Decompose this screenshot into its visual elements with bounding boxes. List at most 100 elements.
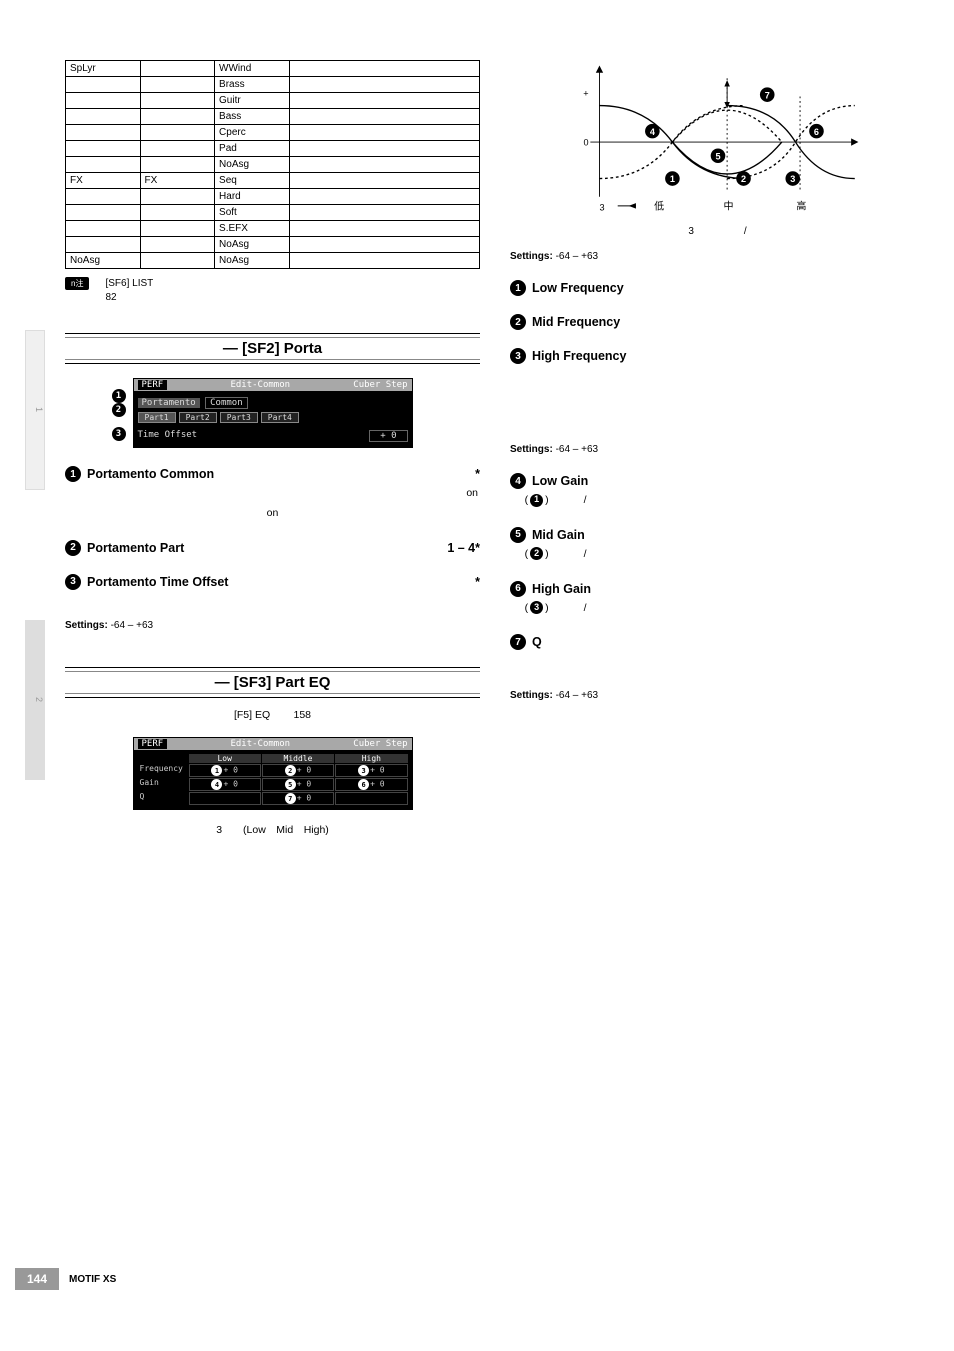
q-head: Q	[532, 635, 542, 649]
table-row: Bass	[66, 109, 480, 125]
table-cell: Seq	[215, 173, 290, 189]
table-cell	[66, 93, 141, 109]
sf2-p1-head: Portamento Common	[87, 467, 214, 481]
gp4-sep: /	[584, 494, 587, 506]
rp-3: 3 High Frequency	[510, 348, 925, 364]
table-cell: Soft	[215, 205, 290, 221]
page-model: MOTIF XS	[69, 1274, 116, 1285]
badge-3: 3	[65, 574, 81, 590]
rp-2: 2 Mid Frequency	[510, 314, 925, 330]
lcd-part-4: Part4	[261, 412, 299, 423]
right-column: 4 1 5 2 7 3 6 + 0 3 低 中	[510, 60, 925, 837]
sf2-p2-after: 1 – 4*	[447, 541, 480, 555]
side-tabs: 1 2	[15, 60, 45, 1290]
rp2-badge: 2	[510, 314, 526, 330]
lcd-time-label: Time Offset	[138, 430, 198, 442]
lcd-part-1: Part1	[138, 412, 176, 423]
v12: + 0	[370, 780, 384, 789]
lcd-title-text: Edit-Common	[230, 380, 290, 390]
table-cell	[140, 61, 215, 77]
sf2-p2-head: Portamento Part	[87, 541, 184, 555]
gp6-sep: /	[584, 602, 587, 614]
right-settings-1: Settings: -64 – +63	[510, 251, 925, 262]
table-row: NoAsgNoAsg	[66, 253, 480, 269]
table-cell: Hard	[215, 189, 290, 205]
sf3-lcd-title: PERF Edit-Common Cuber Step	[134, 738, 412, 750]
table-row: S.EFX	[66, 221, 480, 237]
table-cell: NoAsg	[215, 157, 290, 173]
table-cell	[140, 205, 215, 221]
callout-3: 3	[112, 427, 126, 441]
rs3-value: -64 – +63	[556, 690, 599, 701]
table-cell	[140, 141, 215, 157]
table-row: Guitr	[66, 93, 480, 109]
gp5-sep: /	[584, 548, 587, 560]
sf2-lcd: PERF Edit-Common Cuber Step 1 2 3 Portam…	[133, 378, 413, 448]
svg-text:低: 低	[654, 200, 664, 213]
callout-1: 1	[112, 389, 126, 403]
table-row: SpLyrWWind	[66, 61, 480, 77]
table-cell	[66, 109, 141, 125]
sf2-p1-body: on	[65, 486, 480, 502]
svg-text:6: 6	[813, 127, 818, 137]
lcd-preset: Cuber Step	[353, 380, 407, 390]
sf2-settings: Settings: -64 – +63	[65, 620, 480, 631]
gp4-body: (1) /	[510, 493, 925, 509]
page-footer: 144 MOTIF XS	[15, 1268, 935, 1290]
lcd-part-2: Part2	[179, 412, 217, 423]
callout-2: 2	[112, 403, 126, 417]
table-cell	[140, 221, 215, 237]
eq-cap-a: 3	[688, 226, 694, 237]
gp4-ref: 1	[530, 494, 543, 507]
sf2-lcd-title: PERF Edit-Common Cuber Step	[134, 379, 412, 391]
svg-text:+: +	[583, 88, 588, 98]
table-cell	[289, 253, 479, 269]
columns: SpLyrWWindBrassGuitrBassCpercPadNoAsgFXF…	[65, 60, 925, 837]
table-cell	[140, 189, 215, 205]
note-text-a: [SF6] LIST	[105, 278, 153, 289]
table-cell: FX	[66, 173, 141, 189]
table-cell: NoAsg	[66, 253, 141, 269]
q-param: 7 Q	[510, 634, 925, 650]
v01: + 0	[297, 766, 311, 775]
table-cell	[289, 93, 479, 109]
gp-5: 5 Mid Gain (2) /	[510, 527, 925, 563]
svg-text:2: 2	[740, 174, 745, 184]
sf2-settings-label: Settings:	[65, 620, 108, 631]
table-cell	[289, 77, 479, 93]
sf2-p3-head: Portamento Time Offset	[87, 575, 228, 589]
row-freq: Frequency	[138, 764, 188, 777]
gp-4: 4 Low Gain (1) /	[510, 473, 925, 509]
sf3-lcd: PERF Edit-Common Cuber Step Low Middle H…	[133, 737, 413, 810]
gp6-body: (3) /	[510, 601, 925, 617]
svg-text:3: 3	[599, 202, 604, 212]
table-cell: Cperc	[215, 125, 290, 141]
note-text: [SF6] LIST 82	[105, 277, 153, 305]
table-cell	[289, 189, 479, 205]
sf3-desc-b: 158	[294, 709, 312, 721]
table-cell	[66, 77, 141, 93]
table-row: FXFXSeq	[66, 173, 480, 189]
table-cell	[140, 157, 215, 173]
table-cell	[66, 205, 141, 221]
sf2-param-2: 2 Portamento Part 1 – 4*	[65, 540, 480, 556]
gp5-head: Mid Gain	[532, 528, 585, 542]
svg-text:3: 3	[790, 174, 795, 184]
gp6-ref: 3	[530, 601, 543, 614]
col-high: High	[335, 754, 407, 763]
gp6-head: High Gain	[532, 582, 591, 596]
note-badge: n注	[65, 277, 89, 290]
table-cell	[66, 237, 141, 253]
row-q: Q	[138, 792, 188, 805]
lcd-time-value: + 0	[369, 430, 407, 442]
eq-diagram: 4 1 5 2 7 3 6 + 0 3 低 中	[563, 60, 873, 218]
right-settings-2: Settings: -64 – +63	[510, 444, 925, 455]
sf2-param-3: 3 Portamento Time Offset *	[65, 574, 480, 590]
table-cell	[289, 205, 479, 221]
rp-1: 1 Low Frequency	[510, 280, 925, 296]
sf2-lcd-body: 1 2 3 Portamento Common Part1 Part2 Part…	[134, 391, 412, 447]
table-cell	[140, 253, 215, 269]
table-cell	[66, 157, 141, 173]
svg-text:5: 5	[715, 151, 720, 161]
rp1-badge: 1	[510, 280, 526, 296]
